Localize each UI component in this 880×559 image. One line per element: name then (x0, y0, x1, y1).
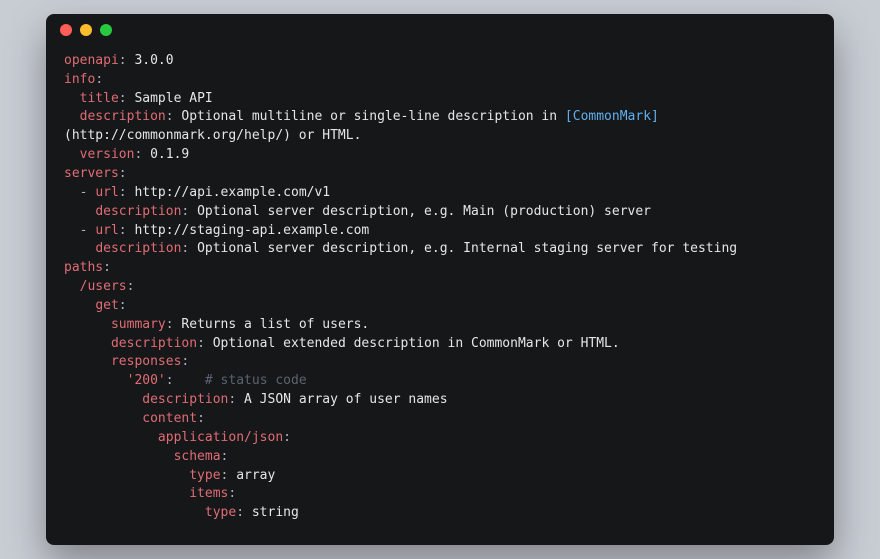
key-description: description (142, 392, 228, 407)
val-desc-pre: Optional multiline or single-line descri… (181, 109, 565, 124)
key-status: '200' (127, 373, 166, 388)
colon: : (236, 505, 252, 520)
colon: : (119, 185, 135, 200)
key-version: version (80, 147, 135, 162)
key-users: /users (80, 279, 127, 294)
key-paths: paths (64, 260, 103, 275)
key-type: type (205, 505, 236, 520)
key-appjson: application/json (158, 430, 283, 445)
colon: : (181, 204, 197, 219)
code-block: openapi: 3.0.0 info: title: Sample API d… (46, 46, 834, 545)
colon: : (119, 91, 135, 106)
colon: : (134, 147, 150, 162)
colon: : (103, 260, 111, 275)
colon: : (181, 354, 189, 369)
key-responses: responses (111, 354, 181, 369)
key-schema: schema (174, 449, 221, 464)
colon: : (119, 53, 135, 68)
key-openapi: openapi (64, 53, 119, 68)
colon: : (197, 336, 213, 351)
colon: : (221, 449, 229, 464)
key-title: title (80, 91, 119, 106)
dash: - (80, 223, 88, 238)
close-icon[interactable] (60, 24, 72, 36)
maximize-icon[interactable] (100, 24, 112, 36)
val-openapi: 3.0.0 (134, 53, 173, 68)
colon: : (119, 223, 135, 238)
val-type-array: array (236, 468, 275, 483)
val-title: Sample API (134, 91, 212, 106)
key-items: items (189, 486, 228, 501)
colon: : (221, 468, 237, 483)
key-description: description (111, 336, 197, 351)
val-resp-desc: A JSON array of user names (244, 392, 448, 407)
dash: - (80, 185, 88, 200)
key-description: description (80, 109, 166, 124)
key-description: description (95, 241, 181, 256)
colon: : (197, 411, 205, 426)
val-get-desc: Optional extended description in CommonM… (213, 336, 620, 351)
val-url2: http://staging-api.example.com (134, 223, 369, 238)
colon: : (166, 373, 174, 388)
colon: : (181, 241, 197, 256)
val-url1: http://api.example.com/v1 (134, 185, 330, 200)
colon: : (228, 392, 244, 407)
comment-status: # status code (205, 373, 307, 388)
colon: : (127, 279, 135, 294)
key-get: get (95, 298, 118, 313)
colon: : (119, 166, 127, 181)
key-content: content (142, 411, 197, 426)
window-titlebar (46, 14, 834, 46)
colon: : (228, 486, 236, 501)
key-description: description (95, 204, 181, 219)
link-commonmark: [CommonMark] (565, 109, 659, 124)
colon: : (283, 430, 291, 445)
colon: : (119, 298, 127, 313)
minimize-icon[interactable] (80, 24, 92, 36)
val-summary: Returns a list of users. (181, 317, 369, 332)
key-url: url (95, 223, 118, 238)
key-info: info (64, 72, 95, 87)
val-desc2: Optional server description, e.g. Intern… (197, 241, 737, 256)
key-url: url (95, 185, 118, 200)
key-summary: summary (111, 317, 166, 332)
colon: : (95, 72, 103, 87)
val-desc1: Optional server description, e.g. Main (… (197, 204, 651, 219)
val-desc-post: (http://commonmark.org/help/) or HTML. (64, 128, 361, 143)
colon: : (166, 109, 182, 124)
key-servers: servers (64, 166, 119, 181)
colon: : (166, 317, 182, 332)
code-window: openapi: 3.0.0 info: title: Sample API d… (46, 14, 834, 545)
val-type-string: string (252, 505, 299, 520)
key-type: type (189, 468, 220, 483)
val-version: 0.1.9 (150, 147, 189, 162)
